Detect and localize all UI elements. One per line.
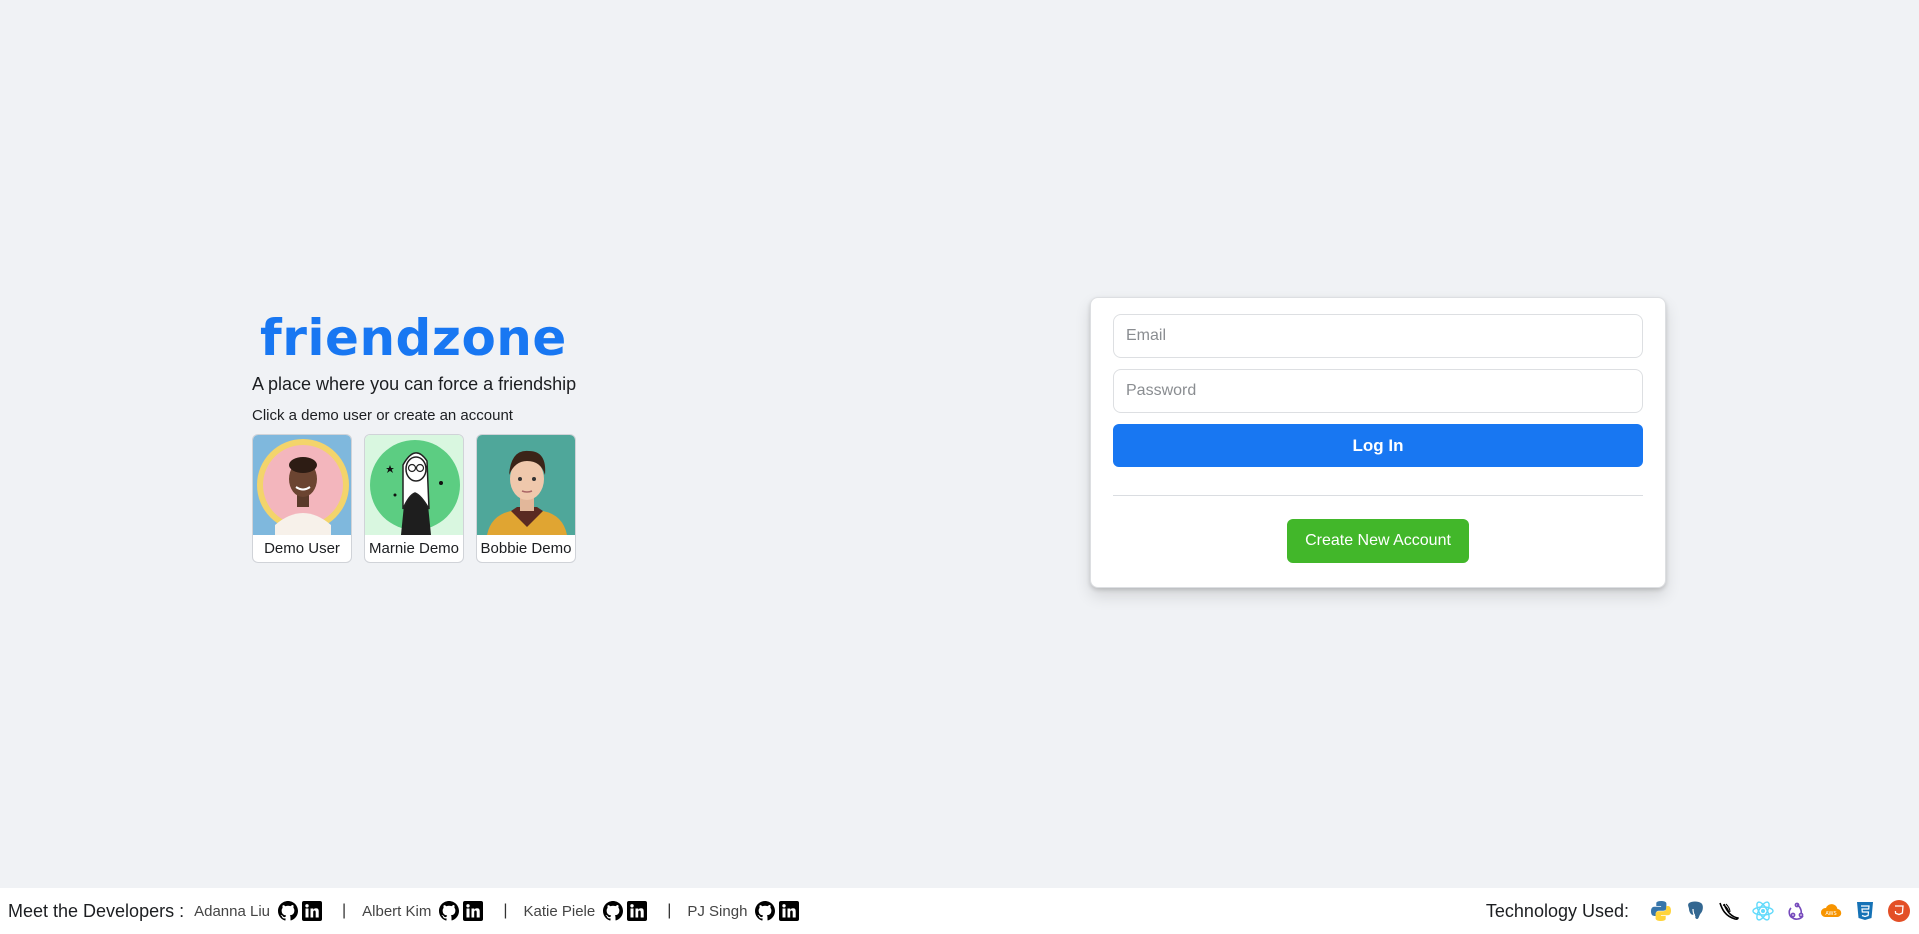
login-button[interactable]: Log In [1113,424,1643,467]
brand-logo: friendzone [260,309,567,367]
create-account-button[interactable]: Create New Account [1287,519,1469,563]
python-icon [1649,899,1673,923]
aws-icon: AWS [1819,899,1843,923]
demo-user-list: Demo User Marnie Demo Bobbie Demo [252,434,732,563]
redux-icon [1785,899,1809,923]
linkedin-icon[interactable] [302,901,322,921]
linkedin-icon[interactable] [463,901,484,921]
tagline: A place where you can force a friendship [252,374,577,394]
man-portrait-avatar-icon [477,435,575,535]
css3-icon [1853,899,1877,923]
svg-text:AWS: AWS [1825,911,1836,917]
technology-section: Technology Used: AWS [1486,899,1911,923]
footer: Meet the Developers : Adanna Liu | Alber… [0,888,1919,934]
developer-name: Albert Kim [362,902,432,920]
github-icon[interactable] [439,901,460,921]
html5-icon [1887,899,1911,923]
developer-separator: | [503,902,508,919]
github-icon[interactable] [278,901,298,921]
technology-label: Technology Used: [1485,900,1629,921]
divider [1113,495,1643,496]
email-field[interactable] [1113,314,1643,358]
meet-developers-label: Meet the Developers : [8,900,185,921]
github-icon[interactable] [603,901,624,921]
illustrated-woman-avatar-icon [365,435,463,535]
developer-separator: | [342,902,347,919]
developer-name: PJ Singh [687,902,748,920]
react-icon [1751,899,1775,923]
demo-user-name: Marnie Demo [368,540,460,557]
developer-entry: Adanna Liu [194,901,326,921]
linkedin-icon[interactable] [779,901,800,921]
postgresql-icon [1683,899,1707,923]
demo-user-name: Demo User [264,540,340,557]
developer-separator: | [667,902,672,919]
demo-user-name: Bobbie Demo [480,540,572,557]
developer-name: Katie Piele [523,902,596,920]
login-card: Log In Create New Account [1090,297,1666,588]
intro-section: friendzone A place where you can force a… [252,308,732,563]
linkedin-icon[interactable] [627,901,648,921]
demo-user-card[interactable]: Marnie Demo [364,434,464,563]
woman-portrait-avatar-icon [253,435,351,535]
demo-user-card[interactable]: Bobbie Demo [476,434,576,563]
password-field[interactable] [1113,369,1643,413]
demo-hint: Click a demo user or create an account [252,407,513,424]
developer-entry: PJ Singh [687,901,803,921]
developer-name: Adanna Liu [194,902,270,920]
flask-icon [1717,899,1741,923]
developer-entry: Albert Kim [362,901,487,921]
github-icon[interactable] [755,901,776,921]
developer-entry: Katie Piele [524,901,652,921]
demo-user-card[interactable]: Demo User [252,434,352,563]
